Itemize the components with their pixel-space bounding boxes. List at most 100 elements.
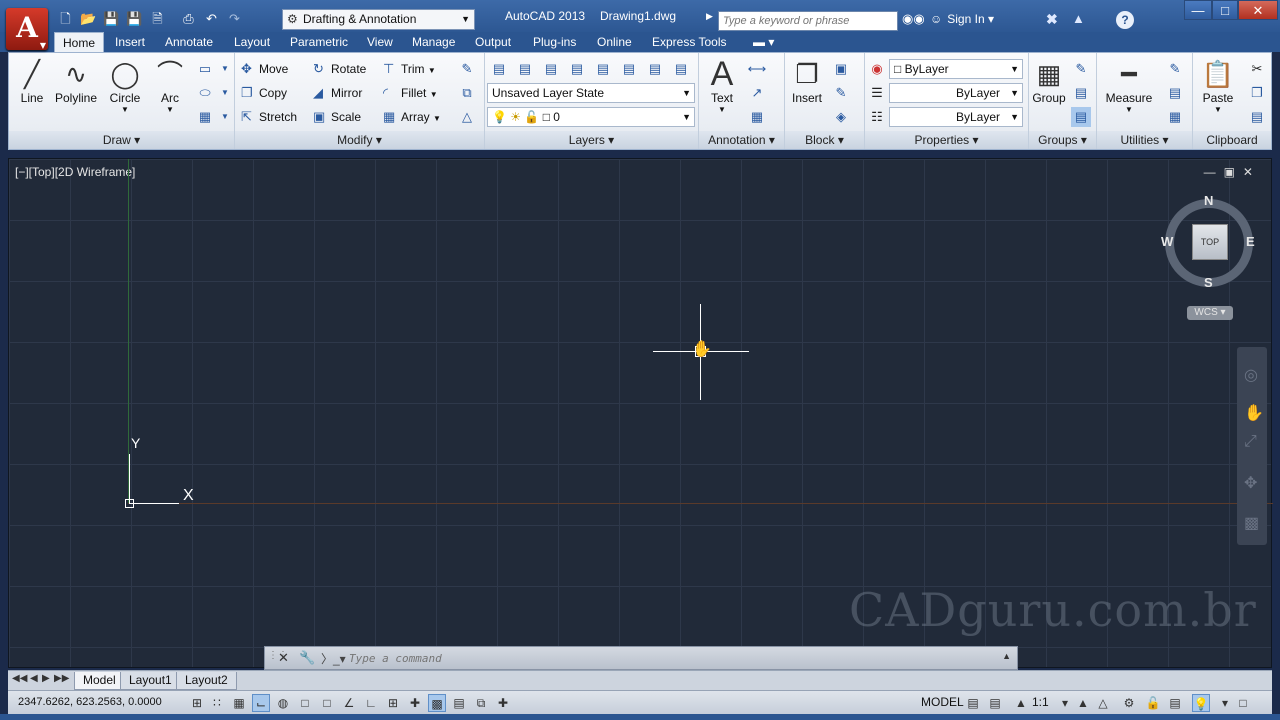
mirror-button[interactable]: ◢ Mirror	[313, 85, 362, 101]
modify-panel-title[interactable]: Modify ▾	[235, 131, 484, 149]
tab-output[interactable]: Output	[475, 35, 511, 49]
selection-cycling-icon[interactable]: ⧉	[472, 694, 490, 712]
array-button[interactable]: ▦ Array ▼	[383, 109, 441, 125]
tab-plug-ins[interactable]: Plug-ins	[533, 35, 576, 49]
ellipse-icon[interactable]: ⬭	[195, 83, 215, 103]
drawing-viewport[interactable]: [−][Top][2D Wireframe] —▣✕ Y X ✋ TOP N S…	[8, 158, 1273, 668]
chevron-down-icon[interactable]: ▾	[1056, 694, 1074, 712]
tab-view[interactable]: View	[367, 35, 393, 49]
minimize-button[interactable]: —	[1184, 0, 1212, 20]
object-snap-icon[interactable]: □	[296, 694, 314, 712]
viewcube-top-face[interactable]: TOP	[1192, 224, 1228, 260]
scale-button[interactable]: ▣ Scale	[313, 109, 361, 125]
layer-state-dropdown[interactable]: Unsaved Layer State ▼	[487, 83, 695, 103]
select-similar-icon[interactable]: ▤	[1165, 83, 1185, 103]
ribbon-minimize-icon[interactable]: ▬ ▾	[753, 35, 774, 49]
chevron-up-icon[interactable]: ▲	[1002, 651, 1011, 661]
tab-online[interactable]: Online	[597, 35, 632, 49]
transparency-icon[interactable]: ▩	[428, 694, 446, 712]
explode-icon[interactable]: ⧉	[457, 83, 477, 103]
paste-button[interactable]: 📋 Paste ▼	[1195, 57, 1241, 114]
arc-button[interactable]: ⌒ Arc ▼	[151, 57, 189, 114]
undo-icon[interactable]: ↶	[202, 9, 221, 28]
block-panel-title[interactable]: Block ▾	[785, 131, 864, 149]
showmotion-icon[interactable]: ▩	[1244, 513, 1259, 533]
annotation-visibility-icon[interactable]: ▲	[1074, 694, 1092, 712]
color-dropdown[interactable]: □ ByLayer ▼	[889, 59, 1023, 79]
zoom-icon[interactable]: ⤢	[1244, 433, 1257, 451]
viewport-controls[interactable]: —▣✕	[1204, 165, 1261, 179]
save-icon[interactable]: 💾	[102, 9, 121, 28]
infer-constraints-icon[interactable]: ⊞	[188, 694, 206, 712]
table-icon[interactable]: ▦	[747, 107, 767, 127]
tab-home[interactable]: Home	[54, 32, 105, 53]
wcs-menu[interactable]: WCS ▾	[1187, 306, 1233, 320]
tab-insert[interactable]: Insert	[115, 35, 145, 49]
tab-layout[interactable]: Layout	[234, 35, 270, 49]
offset-icon[interactable]: △	[457, 107, 477, 127]
viewport-label[interactable]: [−][Top][2D Wireframe]	[15, 165, 135, 179]
copy-clip-icon[interactable]: ❐	[1247, 83, 1267, 103]
group-selection-icon[interactable]: ▤	[1071, 107, 1091, 127]
tab-layout1[interactable]: Layout1	[120, 672, 181, 690]
save-as-icon[interactable]: 💾	[125, 9, 144, 28]
text-button[interactable]: A Text ▼	[703, 57, 741, 114]
auto-scale-icon[interactable]: △	[1094, 694, 1112, 712]
layer-dropdown[interactable]: 💡 ☀ 🔓 □ 0 ▼	[487, 107, 695, 127]
workspace-switching-icon[interactable]: ⚙	[1120, 694, 1138, 712]
layers-panel-title[interactable]: Layers ▾	[485, 131, 698, 149]
utilities-panel-title[interactable]: Utilities ▾	[1097, 131, 1192, 149]
create-block-icon[interactable]: ▣	[831, 59, 851, 79]
orbit-icon[interactable]: ✥	[1244, 473, 1257, 493]
compass-south[interactable]: S	[1204, 275, 1213, 290]
chevron-down-icon[interactable]: ▼	[215, 83, 235, 103]
layer-freeze-icon[interactable]: ▤	[593, 59, 613, 79]
help-icon[interactable]: ?	[1116, 11, 1134, 29]
layer-previous-icon[interactable]: ▤	[671, 59, 691, 79]
annotation-scale[interactable]: 1:1	[1032, 695, 1049, 709]
lineweight-toggle-icon[interactable]: ✚	[406, 694, 424, 712]
status-menu-icon[interactable]: ▾	[1216, 694, 1234, 712]
calculator-icon[interactable]: ▦	[1165, 107, 1185, 127]
tab-express-tools[interactable]: Express Tools	[652, 35, 726, 49]
workspace-dropdown[interactable]: ⚙ Drafting & Annotation ▼	[282, 9, 475, 30]
move-button[interactable]: ✥ Move	[241, 61, 288, 77]
open-icon[interactable]: 📂	[79, 9, 98, 28]
dimension-icon[interactable]: ⟷	[747, 59, 767, 79]
compass-west[interactable]: W	[1161, 234, 1173, 249]
first-layout-icon[interactable]: ◀◀	[12, 673, 27, 684]
snap-mode-icon[interactable]: ∷	[208, 694, 226, 712]
line-button[interactable]: ╱ Line	[13, 57, 51, 105]
layer-states-icon[interactable]: ▤	[515, 59, 535, 79]
dynamic-input-icon[interactable]: ⊞	[384, 694, 402, 712]
linetype-dropdown[interactable]: ByLayer ▼	[889, 107, 1023, 127]
circle-button[interactable]: ◯ Circle ▼	[105, 57, 145, 114]
search-box[interactable]	[718, 11, 898, 31]
quick-view-layouts-icon[interactable]: ▤	[964, 694, 982, 712]
group-button[interactable]: ▦ Group	[1031, 57, 1067, 105]
insert-button[interactable]: ❐ Insert	[787, 57, 827, 105]
layer-isolate-icon[interactable]: ▤	[541, 59, 561, 79]
layer-unisolate-icon[interactable]: ▤	[567, 59, 587, 79]
maximize-button[interactable]: □	[1212, 0, 1238, 20]
publish-icon[interactable]: 🗎	[148, 9, 167, 28]
fillet-button[interactable]: ◜ Fillet ▼	[383, 85, 438, 101]
hatch-icon[interactable]: ▦	[195, 107, 215, 127]
autodesk-360-icon[interactable]: ▲	[1072, 11, 1085, 26]
clipboard-panel-title[interactable]: Clipboard	[1193, 131, 1271, 149]
erase-icon[interactable]: ✎	[457, 59, 477, 79]
draw-panel-title[interactable]: Draw ▾	[9, 131, 234, 149]
dynamic-ucs-icon[interactable]: ∟	[362, 694, 380, 712]
chevron-down-icon[interactable]: ▼	[215, 59, 235, 79]
close-icon[interactable]: ✕	[278, 650, 289, 666]
steering-wheel-icon[interactable]: ◎	[1244, 365, 1258, 385]
prompt-icon[interactable]: 〉_▾	[321, 650, 346, 667]
new-icon[interactable]: 🗋	[56, 9, 75, 28]
isolate-objects-icon[interactable]: 💡	[1192, 694, 1210, 712]
pan-icon[interactable]: ✋	[1244, 403, 1264, 423]
lineweight-dropdown[interactable]: ByLayer ▼	[889, 83, 1023, 103]
next-layout-icon[interactable]: ▶	[42, 673, 50, 684]
edit-block-icon[interactable]: ✎	[831, 83, 851, 103]
measure-button[interactable]: ━ Measure ▼	[1101, 57, 1157, 114]
layer-properties-icon[interactable]: ▤	[489, 59, 509, 79]
